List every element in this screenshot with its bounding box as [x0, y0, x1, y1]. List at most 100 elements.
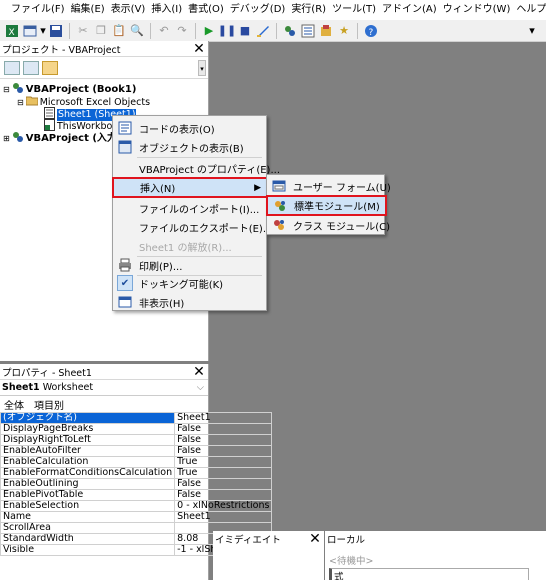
project-explorer-icon[interactable] [282, 23, 298, 39]
toolbar-separator [69, 22, 70, 39]
close-icon[interactable]: ✕ [190, 41, 208, 57]
toolbar-overflow-icon[interactable]: ▾ [524, 23, 540, 39]
property-value[interactable]: False [174, 434, 273, 446]
object-browser-icon[interactable] [318, 23, 334, 39]
project-explorer-title: プロジェクト - VBAProject [2, 44, 121, 56]
property-row[interactable]: (オブジェクト名) Sheet1 [0, 412, 273, 424]
chevron-down-icon[interactable]: ⌵ [197, 382, 204, 393]
excel-icon[interactable]: X [4, 23, 20, 39]
menu-bar: ファイル(F) 編集(E) 表示(V) 挿入(I) 書式(O) デバッグ(D) … [0, 0, 546, 20]
property-row[interactable]: EnableFormatConditionsCalculation True [0, 467, 273, 479]
property-row[interactable]: EnablePivotTable False [0, 489, 273, 501]
property-name[interactable]: Visible [0, 544, 176, 556]
collapse-icon[interactable]: ⊟ [3, 84, 10, 96]
property-value[interactable]: Sheet1 [174, 511, 273, 523]
menu-item-dockable[interactable]: ✔ ドッキング可能(K) [113, 273, 266, 293]
menu-item-insert[interactable]: 挿入(N) ▶ [112, 177, 269, 198]
menu-tools[interactable]: ツール(T) [329, 0, 379, 20]
scroll-arrow-icon[interactable]: ▾ [198, 60, 206, 76]
submenu-item-class-module[interactable]: クラス モジュール(C) [267, 215, 390, 235]
submenu-item-standard-module[interactable]: 標準モジュール(M) [266, 195, 387, 216]
menu-addins[interactable]: アドイン(A) [379, 0, 440, 20]
insert-module-icon[interactable] [22, 23, 38, 39]
toggle-folders-icon[interactable] [42, 60, 58, 75]
property-name[interactable]: Name [0, 511, 176, 523]
property-value[interactable]: True [174, 456, 273, 468]
property-name[interactable]: DisplayPageBreaks [0, 423, 176, 435]
menu-help[interactable]: ヘルプ(H) [513, 0, 546, 20]
menu-item-view-code[interactable]: コードの表示(O) [113, 118, 266, 138]
property-value[interactable]: 0 - xlNoRestrictions [174, 500, 273, 512]
menu-item-project-properties[interactable]: VBAProject のプロパティ(E)... [113, 158, 280, 178]
break-icon[interactable]: ❚❚ [218, 23, 236, 39]
cut-icon[interactable]: ✂ [75, 23, 91, 39]
close-icon[interactable]: ✕ [190, 364, 208, 380]
locals-column-header[interactable]: 式 [329, 568, 529, 580]
submenu-item-userform[interactable]: ユーザー フォーム(U) [267, 176, 391, 196]
menu-item-view-object[interactable]: オブジェクトの表示(B) [113, 137, 266, 157]
property-row[interactable]: EnableAutoFilter False [0, 445, 273, 457]
copy-icon[interactable]: ❐ [93, 23, 109, 39]
tab-alphabetic[interactable]: 全体 [4, 397, 24, 412]
object-selector[interactable]: Sheet1 Worksheet ⌵ [0, 380, 208, 396]
tree-node-vbaproject-input[interactable]: ⊞ VBAProject (入力 [3, 131, 117, 147]
undo-icon[interactable]: ↶ [156, 23, 172, 39]
menu-item-hide[interactable]: 非表示(H) [113, 292, 266, 312]
property-value[interactable]: False [174, 423, 273, 435]
find-icon[interactable]: 🔍 [129, 23, 145, 39]
property-name[interactable]: EnableOutlining [0, 478, 176, 490]
property-value[interactable]: Sheet1 [174, 412, 273, 424]
menu-item-print[interactable]: 印刷(P)... [113, 255, 266, 275]
menu-insert[interactable]: 挿入(I) [148, 0, 185, 20]
view-code-icon[interactable] [4, 60, 20, 75]
property-name[interactable]: EnableAutoFilter [0, 445, 176, 457]
menu-window[interactable]: ウィンドウ(W) [440, 0, 514, 20]
save-icon[interactable] [48, 23, 64, 39]
property-name[interactable]: EnableSelection [0, 500, 176, 512]
menu-run[interactable]: 実行(R) [288, 0, 329, 20]
expand-icon[interactable]: ⊞ [3, 133, 10, 145]
menu-view[interactable]: 表示(V) [108, 0, 149, 20]
reset-icon[interactable]: ■ [237, 23, 253, 39]
check-icon: ✔ [117, 275, 133, 291]
collapse-icon[interactable]: ⊟ [17, 97, 24, 109]
property-row[interactable]: EnableOutlining False [0, 478, 273, 490]
svg-text:?: ? [369, 28, 374, 38]
run-icon[interactable]: ▶ [201, 23, 217, 39]
property-row[interactable]: DisplayPageBreaks False [0, 423, 273, 435]
property-name[interactable]: (オブジェクト名) [0, 412, 176, 424]
properties-icon[interactable] [300, 23, 316, 39]
toolbox-icon[interactable]: ★ [336, 23, 352, 39]
design-mode-icon[interactable] [255, 23, 271, 39]
redo-icon[interactable]: ↷ [174, 23, 190, 39]
property-name[interactable]: EnableCalculation [0, 456, 176, 468]
property-row[interactable]: EnableCalculation True [0, 456, 273, 468]
property-value[interactable]: False [174, 489, 273, 501]
paste-icon[interactable]: 📋 [111, 23, 127, 39]
toolbar-separator [357, 22, 358, 39]
view-object-icon[interactable] [23, 60, 39, 75]
property-row[interactable]: DisplayRightToLeft False [0, 434, 273, 446]
property-name[interactable]: EnablePivotTable [0, 489, 176, 501]
menu-format[interactable]: 書式(O) [185, 0, 227, 20]
dropdown-arrow-icon[interactable]: ▾ [40, 23, 46, 39]
property-name[interactable]: EnableFormatConditionsCalculation [0, 467, 176, 479]
help-icon[interactable]: ? [363, 23, 379, 39]
locals-window: ローカル <待機中> 式 [325, 531, 546, 580]
menu-item-import-file[interactable]: ファイルのインポート(I)... [113, 198, 266, 218]
locals-titlebar: ローカル [325, 531, 546, 547]
menu-file[interactable]: ファイル(F) [8, 0, 68, 20]
property-value[interactable]: True [174, 467, 273, 479]
menu-debug[interactable]: デバッグ(D) [227, 0, 289, 20]
property-row[interactable]: Name Sheet1 [0, 511, 273, 523]
property-name[interactable]: StandardWidth [0, 533, 176, 545]
property-value[interactable]: False [174, 478, 273, 490]
close-icon[interactable]: ✕ [306, 531, 324, 547]
menu-edit[interactable]: 編集(E) [68, 0, 108, 20]
menu-item-export-file[interactable]: ファイルのエクスポート(E)... [113, 217, 272, 237]
property-row[interactable]: EnableSelection 0 - xlNoRestrictions [0, 500, 273, 512]
property-name[interactable]: ScrollArea [0, 522, 176, 534]
tab-categorized[interactable]: 項目別 [34, 397, 64, 412]
property-value[interactable]: False [174, 445, 273, 457]
property-name[interactable]: DisplayRightToLeft [0, 434, 176, 446]
